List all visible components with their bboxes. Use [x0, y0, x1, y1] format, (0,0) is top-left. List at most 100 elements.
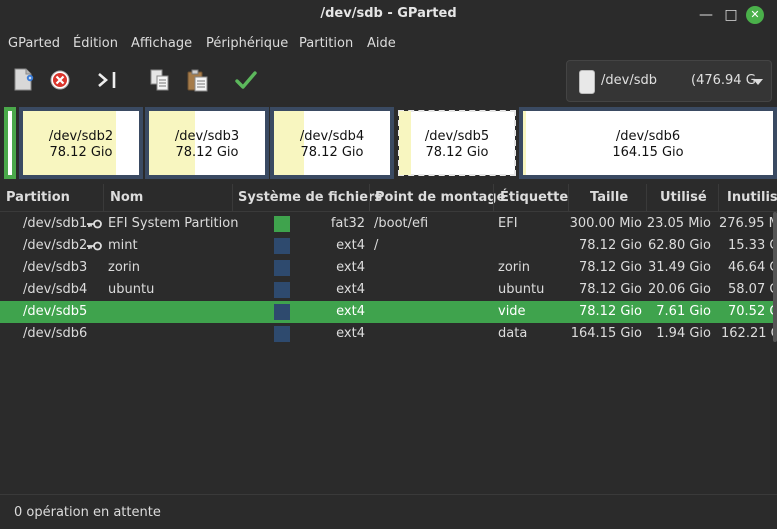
cell-size: 78.12 Gio: [579, 260, 642, 275]
cell-used: 1.94 Gio: [656, 326, 711, 341]
table-row[interactable]: /dev/sdb1 EFI System Partition fat32 /bo…: [0, 213, 777, 235]
cell-used: 62.80 Gio: [648, 238, 711, 253]
partition-block-label: /dev/sdb6 164.15 Gio: [612, 129, 684, 160]
cell-size: 78.12 Gio: [579, 282, 642, 297]
partition-block-label: /dev/sdb3 78.12 Gio: [174, 129, 240, 160]
device-size: (476.94 G: [691, 73, 756, 88]
partition-block-sdb2[interactable]: /dev/sdb2 78.12 Gio: [19, 107, 143, 179]
cell-size: 78.12 Gio: [579, 304, 642, 319]
filesystem-color-swatch: [274, 326, 290, 342]
status-bar: 0 opération en attente: [0, 494, 777, 529]
disk-icon: [579, 70, 595, 94]
cell-label: data: [498, 326, 528, 341]
filesystem-color-swatch: [274, 216, 290, 232]
cell-mountpoint: /boot/efi: [374, 216, 429, 231]
cell-mountpoint: /: [374, 238, 379, 253]
partition-block-label: /dev/sdb2 78.12 Gio: [48, 129, 114, 160]
partition-visual-bar: /dev/sdb2 78.12 Gio /dev/sdb3 78.12 Gio /d…: [4, 107, 777, 179]
maximize-icon[interactable]: □: [722, 6, 740, 24]
cell-partition: /dev/sdb4: [23, 282, 88, 297]
scrollbar[interactable]: [773, 212, 777, 342]
resize-move-icon[interactable]: [94, 66, 122, 94]
cell-size: 300.00 Mio: [569, 216, 642, 231]
chevron-down-icon: [753, 79, 763, 85]
menu-peripherique[interactable]: Périphérique: [206, 36, 288, 51]
partition-block-label: /dev/sdb4 78.12 Gio: [299, 129, 365, 160]
new-icon[interactable]: [10, 66, 38, 94]
cell-partition: /dev/sdb1: [23, 216, 88, 231]
table-row-selected[interactable]: /dev/sdb5 ext4 vide 78.12 Gio 7.61 Gio 7…: [0, 301, 777, 323]
partition-block-label: /dev/sdb5 78.12 Gio: [424, 129, 490, 160]
cell-filesystem: ext4: [336, 238, 365, 253]
cell-label: vide: [498, 304, 526, 319]
copy-icon[interactable]: [146, 66, 174, 94]
column-header-unused[interactable]: Inutilisé: [727, 190, 777, 205]
cell-size: 164.15 Gio: [570, 326, 642, 341]
cell-name: EFI System Partition: [108, 216, 239, 231]
menu-aide[interactable]: Aide: [367, 36, 396, 51]
column-header-mountpoint[interactable]: Point de montage: [375, 190, 505, 205]
column-header-used[interactable]: Utilisé: [660, 190, 707, 205]
cell-partition: /dev/sdb6: [23, 326, 88, 341]
filesystem-color-swatch: [274, 304, 290, 320]
cell-unused: 15.33 G: [728, 238, 777, 253]
partition-table: Partition Nom Système de fichiers Point …: [0, 184, 777, 492]
cell-label: zorin: [498, 260, 530, 275]
table-row[interactable]: /dev/sdb2 mint ext4 / 78.12 Gio 62.80 Gi…: [0, 235, 777, 257]
column-header-size[interactable]: Taille: [590, 190, 628, 205]
partition-block-sdb4[interactable]: /dev/sdb4 78.12 Gio: [270, 107, 394, 179]
cell-filesystem: ext4: [336, 304, 365, 319]
column-header-label[interactable]: Étiquette: [500, 190, 568, 205]
partition-block-sdb6[interactable]: /dev/sdb6 164.15 Gio: [519, 107, 777, 179]
title-bar: /dev/sdb - GParted — □ ✕: [0, 0, 777, 30]
cell-name: ubuntu: [108, 282, 155, 297]
menu-affichage[interactable]: Affichage: [131, 36, 192, 51]
window-title: /dev/sdb - GParted: [320, 6, 457, 21]
partition-block-sdb1[interactable]: [4, 107, 16, 179]
cell-unused: 46.64 G: [728, 260, 777, 275]
cell-used: 7.61 Gio: [656, 304, 711, 319]
cell-partition: /dev/sdb5: [23, 304, 88, 319]
menu-bar: GParted Édition Affichage Périphérique P…: [0, 32, 777, 56]
column-header-nom[interactable]: Nom: [110, 190, 143, 205]
cell-name: zorin: [108, 260, 140, 275]
cell-filesystem: ext4: [336, 282, 365, 297]
table-row[interactable]: /dev/sdb3 zorin ext4 zorin 78.12 Gio 31.…: [0, 257, 777, 279]
key-icon: [87, 241, 102, 251]
paste-icon[interactable]: [184, 66, 212, 94]
cell-size: 78.12 Gio: [579, 238, 642, 253]
table-row[interactable]: /dev/sdb6 ext4 data 164.15 Gio 1.94 Gio …: [0, 323, 777, 345]
cell-name: mint: [108, 238, 138, 253]
cell-used: 31.49 Gio: [648, 260, 711, 275]
device-selector[interactable]: /dev/sdb (476.94 G: [566, 60, 772, 102]
menu-edition[interactable]: Édition: [73, 36, 118, 51]
filesystem-color-swatch: [274, 238, 290, 254]
column-header-partition[interactable]: Partition: [6, 190, 70, 205]
cell-filesystem: fat32: [330, 216, 365, 231]
pending-operations-status: 0 opération en attente: [14, 505, 161, 520]
filesystem-color-swatch: [274, 282, 290, 298]
column-header-filesystem[interactable]: Système de fichiers: [238, 190, 382, 205]
table-header: Partition Nom Système de fichiers Point …: [0, 184, 777, 212]
device-name: /dev/sdb: [601, 73, 657, 88]
cell-unused: 70.52 G: [728, 304, 777, 319]
partition-block-sdb5[interactable]: /dev/sdb5 78.12 Gio: [395, 107, 519, 179]
filesystem-color-swatch: [274, 260, 290, 276]
delete-icon[interactable]: [46, 66, 74, 94]
apply-icon[interactable]: [232, 66, 260, 94]
close-icon[interactable]: ✕: [746, 6, 764, 24]
cell-filesystem: ext4: [336, 260, 365, 275]
menu-partition[interactable]: Partition: [299, 36, 353, 51]
cell-used: 20.06 Gio: [648, 282, 711, 297]
cell-partition: /dev/sdb3: [23, 260, 88, 275]
key-icon: [87, 219, 102, 229]
cell-filesystem: ext4: [336, 326, 365, 341]
minimize-icon[interactable]: —: [697, 6, 715, 24]
cell-label: ubuntu: [498, 282, 545, 297]
menu-gparted[interactable]: GParted: [8, 36, 60, 51]
table-row[interactable]: /dev/sdb4 ubuntu ext4 ubuntu 78.12 Gio 2…: [0, 279, 777, 301]
cell-label: EFI: [498, 216, 518, 231]
cell-used: 23.05 Mio: [646, 216, 711, 231]
partition-block-sdb3[interactable]: /dev/sdb3 78.12 Gio: [145, 107, 269, 179]
cell-unused: 162.21 G: [721, 326, 777, 341]
